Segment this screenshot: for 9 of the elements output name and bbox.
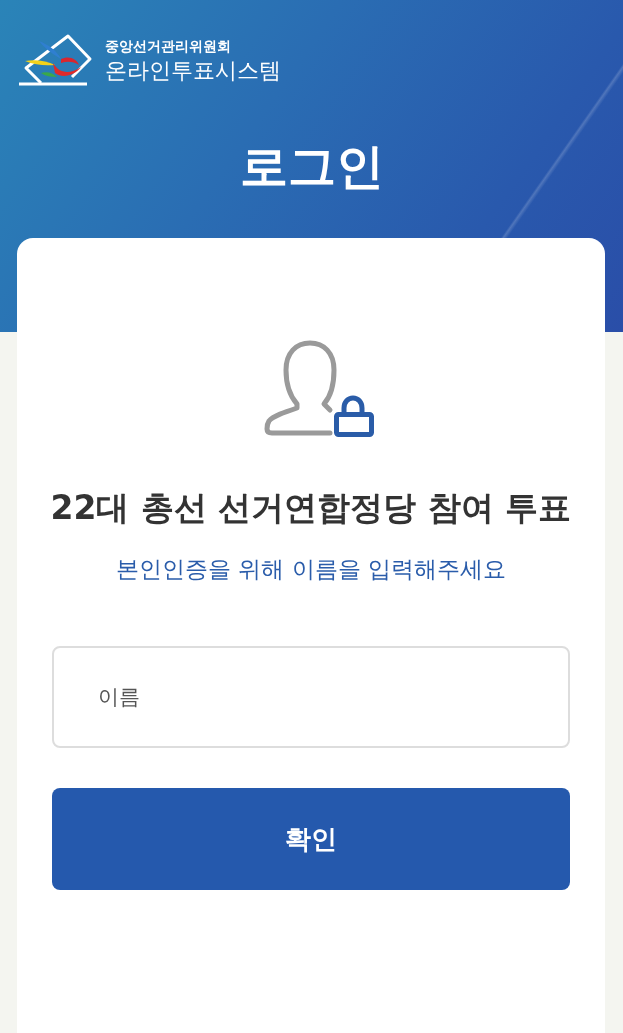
vote-heading: 22대 총선 선거연합정당 참여 투표 bbox=[50, 487, 572, 529]
name-input-field[interactable]: 이름 bbox=[52, 646, 570, 748]
system-name: 온라인투표시스템 bbox=[105, 56, 281, 84]
organization-name: 중앙선거관리위원회 bbox=[105, 36, 232, 55]
user-lock-icon bbox=[264, 340, 376, 438]
page-title: 로그인 bbox=[238, 137, 385, 195]
confirm-button[interactable]: 확인 bbox=[52, 788, 570, 890]
logo-icon bbox=[17, 33, 93, 87]
instruction-text: 본인인증을 위해 이름을 입력해주세요 bbox=[116, 555, 506, 584]
